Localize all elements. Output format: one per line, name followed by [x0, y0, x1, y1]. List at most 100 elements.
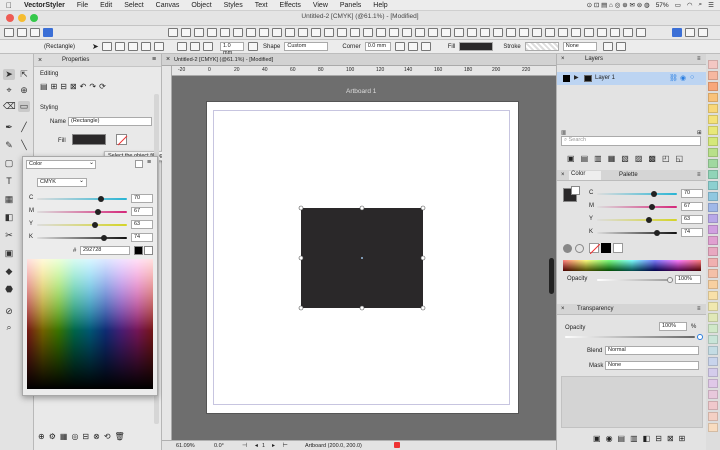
fill-swatch[interactable]: [459, 42, 494, 51]
toolbar-button[interactable]: [493, 28, 503, 37]
gradient-tool-icon[interactable]: ▦: [3, 194, 15, 205]
transparency-opacity-value[interactable]: 100%: [659, 322, 687, 331]
color-m-value[interactable]: 67: [681, 202, 703, 211]
pencil-tool-icon[interactable]: ✎: [3, 140, 15, 151]
properties-tab[interactable]: Properties: [62, 57, 89, 63]
eyedropper-tool-icon[interactable]: ⊘: [3, 306, 15, 317]
direct-select-tool-icon[interactable]: ⇱: [18, 69, 30, 80]
shape-tool-icon[interactable]: ▢: [3, 158, 15, 169]
footer-icon[interactable]: ▤: [618, 434, 631, 443]
color-opacity-slider[interactable]: [597, 277, 673, 283]
style-icon[interactable]: [615, 42, 626, 51]
warning-icon[interactable]: [394, 442, 400, 448]
asset-icon[interactable]: ▤: [581, 154, 595, 163]
rectangle-tool-icon[interactable]: ▭: [18, 101, 30, 112]
blend-dropdown[interactable]: Normal: [605, 346, 699, 355]
transform-icon[interactable]: [177, 42, 187, 51]
color-swatch[interactable]: [708, 269, 718, 278]
toolbar-button[interactable]: [610, 28, 620, 37]
corner-style-icon[interactable]: [420, 42, 431, 51]
menu-object[interactable]: Object: [185, 0, 217, 11]
footer-icon[interactable]: ⊠: [667, 434, 679, 443]
toolbar-button[interactable]: [43, 28, 53, 37]
apple-icon[interactable]: : [0, 0, 18, 11]
line-tool-icon[interactable]: ╱: [18, 122, 30, 133]
transform-icon[interactable]: [154, 42, 164, 51]
toolbar-button[interactable]: [324, 28, 334, 37]
pen-tool-icon[interactable]: ✒: [3, 122, 15, 133]
menu-app[interactable]: VectorStyler: [18, 0, 71, 11]
menu-canvas[interactable]: Canvas: [150, 0, 186, 11]
menu-select[interactable]: Select: [118, 0, 149, 11]
blend-tool-icon[interactable]: ◆: [3, 266, 15, 277]
horizontal-ruler[interactable]: -20 0 20 40 60 80 100 120 140 160 180 20…: [172, 66, 556, 76]
style-icon[interactable]: [602, 42, 613, 51]
transform-icon[interactable]: [190, 42, 200, 51]
color-swatch[interactable]: [708, 181, 718, 190]
toolbar-button[interactable]: [4, 28, 14, 37]
color-swatch[interactable]: [708, 137, 718, 146]
corner-field[interactable]: 0.0 mm: [364, 42, 391, 51]
color-swatch[interactable]: [708, 302, 718, 311]
footer-icon[interactable]: ◎: [71, 432, 82, 441]
zoom-level[interactable]: 61.09%: [176, 443, 195, 449]
panel-menu-icon[interactable]: ≡: [697, 56, 701, 62]
color-swatch[interactable]: [708, 368, 718, 377]
toolbar-button[interactable]: [181, 28, 191, 37]
color-opacity-knob[interactable]: [667, 277, 673, 283]
footer-icon[interactable]: ▥: [630, 434, 643, 443]
selection-handles[interactable]: [296, 203, 428, 313]
color-swatch[interactable]: [708, 104, 718, 113]
color-swatch[interactable]: [708, 148, 718, 157]
fill-style-swatch[interactable]: [72, 134, 106, 145]
white-swatch[interactable]: [613, 243, 623, 253]
close-tab-icon[interactable]: ×: [166, 56, 170, 63]
channel-k-value[interactable]: 74: [131, 233, 153, 242]
palette-tab[interactable]: Palette: [619, 172, 638, 178]
edit-icon[interactable]: ⊞: [51, 82, 61, 91]
menu-effects[interactable]: Effects: [274, 0, 307, 11]
toolbar-button[interactable]: [698, 28, 708, 37]
zoom-tool-icon[interactable]: ⌕: [3, 322, 15, 333]
color-y-slider[interactable]: [597, 217, 677, 223]
footer-icon[interactable]: ⟲: [104, 432, 115, 441]
fill-tool-icon[interactable]: ◧: [3, 212, 15, 223]
menu-styles[interactable]: Styles: [218, 0, 249, 11]
shape-dropdown[interactable]: Custom: [284, 42, 329, 51]
color-swatch[interactable]: [708, 324, 718, 333]
toolbar-button[interactable]: [519, 28, 529, 37]
swatch-mini-icon[interactable]: [135, 160, 143, 168]
color-swatch[interactable]: [708, 313, 718, 322]
color-wheel-icon[interactable]: [563, 244, 572, 253]
menu-panels[interactable]: Panels: [334, 0, 367, 11]
toolbar-button[interactable]: [17, 28, 27, 37]
channel-y-value[interactable]: 63: [131, 220, 153, 229]
refresh-icon[interactable]: ⟳: [99, 82, 109, 91]
asset-icon[interactable]: ▧: [621, 154, 635, 163]
asset-icon[interactable]: ▣: [567, 154, 581, 163]
close-panel-icon[interactable]: ×: [561, 56, 565, 62]
channel-k-knob[interactable]: [101, 235, 107, 241]
toolbar-button[interactable]: [311, 28, 321, 37]
color-tab[interactable]: Color: [569, 171, 601, 180]
brush-tool-icon[interactable]: ╲: [18, 140, 30, 151]
text-tool-icon[interactable]: T: [3, 176, 15, 187]
toolbar-button[interactable]: [207, 28, 217, 37]
color-swatch[interactable]: [708, 247, 718, 256]
current-color-swatch[interactable]: [134, 246, 143, 255]
channel-c-knob[interactable]: [98, 196, 104, 202]
selection-tool-icon[interactable]: ➤: [3, 69, 15, 80]
transform-icon[interactable]: [115, 42, 125, 51]
channel-y-slider[interactable]: [37, 222, 127, 228]
close-panel-icon[interactable]: ×: [561, 306, 565, 312]
select-icon[interactable]: ➤: [92, 42, 102, 51]
color-swatch[interactable]: [708, 203, 718, 212]
toolbar-button[interactable]: [636, 28, 646, 37]
toolbar-button[interactable]: [246, 28, 256, 37]
color-c-slider[interactable]: [597, 191, 677, 197]
channel-k-slider[interactable]: [37, 235, 127, 241]
footer-icon[interactable]: ⊟: [655, 434, 667, 443]
eraser-tool-icon[interactable]: ⌫: [3, 101, 16, 112]
color-swatch[interactable]: [708, 236, 718, 245]
menu-edit[interactable]: Edit: [94, 0, 118, 11]
